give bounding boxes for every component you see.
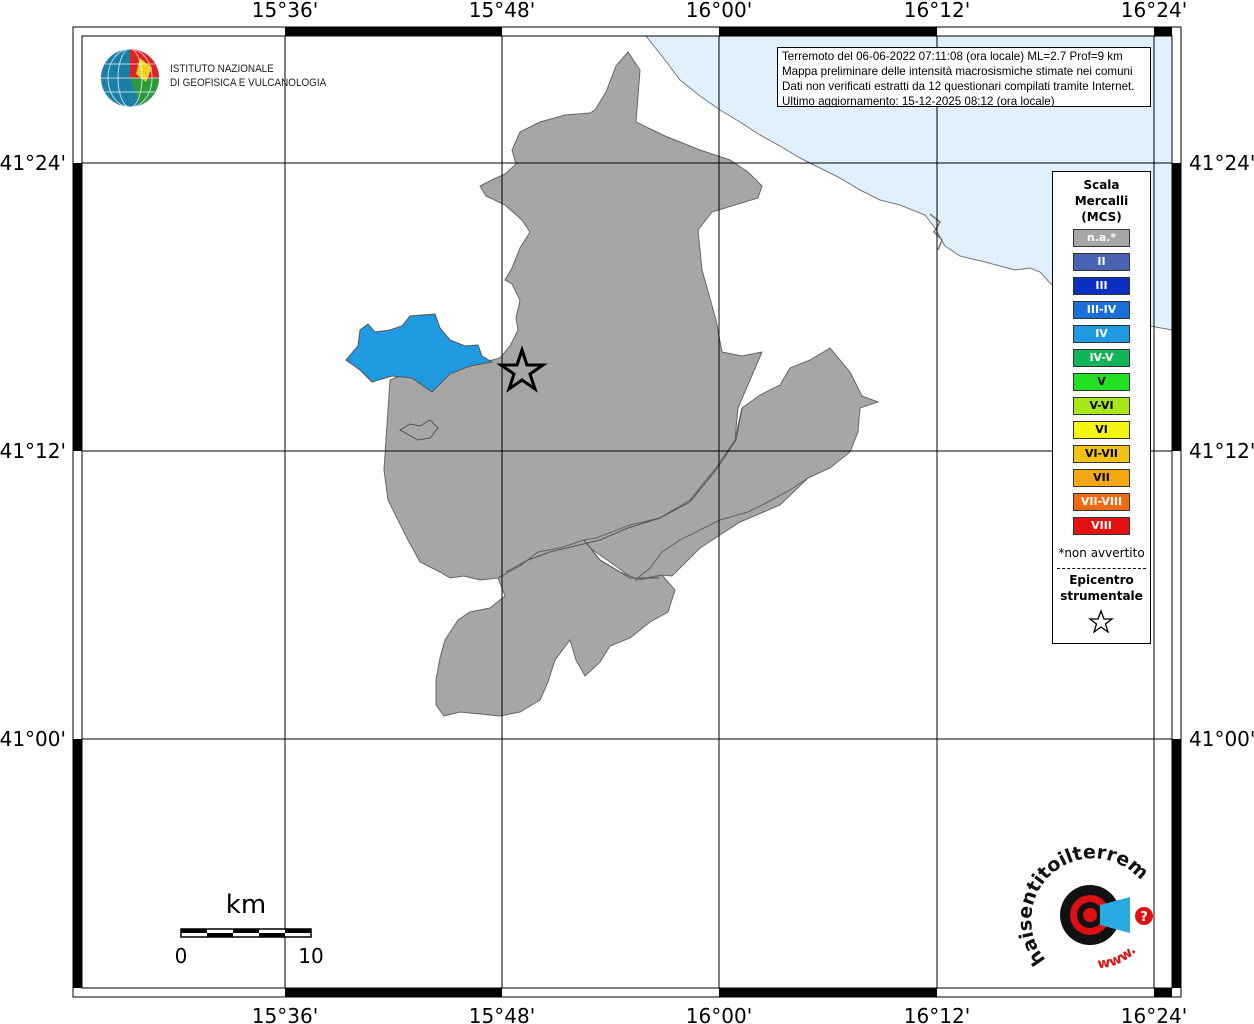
latitude-labels-right: 41°24' 41°12' 41°00' — [1189, 151, 1254, 751]
event-info-line3: Dati non verificati estratti da 12 quest… — [782, 80, 1135, 93]
lon-label-top: 16°00' — [686, 0, 752, 22]
legend-title: Scala Mercalli (MCS) — [1074, 178, 1129, 224]
ingv-name-line2: DI GEOFISICA E VULCANOLOGIA — [170, 77, 327, 89]
mcs-legend: Scala Mercalli (MCS) n.a.* II III III-IV IV I… — [1052, 171, 1151, 644]
lon-label-bottom: 15°48' — [469, 1004, 535, 1024]
legend-swatch: VII — [1073, 469, 1130, 487]
legend-swatch: V-VI — [1073, 397, 1130, 415]
event-info-line2: Mappa preliminare delle intensità macros… — [782, 65, 1133, 78]
scale-unit: km — [226, 890, 266, 920]
lon-label-top: 16°24' — [1121, 0, 1187, 22]
event-info-line1: Terremoto del 06-06-2022 07:11:08 (ora l… — [782, 50, 1123, 63]
latitude-labels-left: 41°24' 41°12' 41°00' — [0, 151, 66, 751]
lat-label-right: 41°12' — [1189, 439, 1254, 463]
lat-label-left: 41°24' — [0, 151, 66, 175]
longitude-labels-top: 15°36' 15°48' 16°00' 16°12' 16°24' — [252, 0, 1187, 22]
scale-bar: km 0 10 — [175, 890, 324, 968]
scale-start: 0 — [175, 944, 188, 968]
legend-swatch: VIII — [1073, 517, 1130, 535]
legend-swatch: IV-V — [1073, 349, 1130, 367]
ingv-globe-icon — [101, 48, 159, 108]
lon-label-bottom: 16°00' — [686, 1004, 752, 1024]
legend-swatch: IV — [1073, 325, 1130, 343]
lat-label-left: 41°12' — [0, 439, 66, 463]
legend-divider — [1057, 568, 1146, 569]
lon-label-bottom: 15°36' — [252, 1004, 318, 1024]
legend-swatch: VII-VIII — [1073, 493, 1130, 511]
lat-label-right: 41°00' — [1189, 727, 1254, 751]
legend-note: *non avvertito — [1058, 546, 1145, 560]
lat-label-left: 41°00' — [0, 727, 66, 751]
lat-label-right: 41°24' — [1189, 151, 1254, 175]
ingv-name: ISTITUTO NAZIONALE DI GEOFISICA E VULCAN… — [170, 62, 326, 90]
legend-swatch: III-IV — [1073, 301, 1130, 319]
event-info-box: Terremoto del 06-06-2022 07:11:08 (ora l… — [777, 47, 1151, 107]
lon-label-top: 16°12' — [904, 0, 970, 22]
legend-swatch: II — [1073, 253, 1130, 271]
legend-swatch: n.a.* — [1073, 229, 1130, 247]
scale-end: 10 — [298, 944, 323, 968]
ingv-name-line1: ISTITUTO NAZIONALE — [170, 63, 274, 75]
legend-swatch: V — [1073, 373, 1130, 391]
legend-star-icon — [1088, 609, 1114, 634]
lon-label-bottom: 16°12' — [904, 1004, 970, 1024]
lon-label-bottom: 16°24' — [1121, 1004, 1187, 1024]
legend-epicenter-title: Epicentro strumentale — [1060, 573, 1143, 603]
svg-text:?: ? — [1140, 910, 1148, 925]
lon-label-top: 15°48' — [469, 0, 535, 22]
longitude-labels-bottom: 15°36' 15°48' 16°00' 16°12' 16°24' — [252, 1004, 1187, 1024]
legend-swatch: VI-VII — [1073, 445, 1130, 463]
lon-label-top: 15°36' — [252, 0, 318, 22]
event-info-line4: Ultimo aggiornamento: 15-12-2025 08:12 (… — [782, 95, 1055, 107]
legend-swatch: III — [1073, 277, 1130, 295]
legend-swatch: VI — [1073, 421, 1130, 439]
